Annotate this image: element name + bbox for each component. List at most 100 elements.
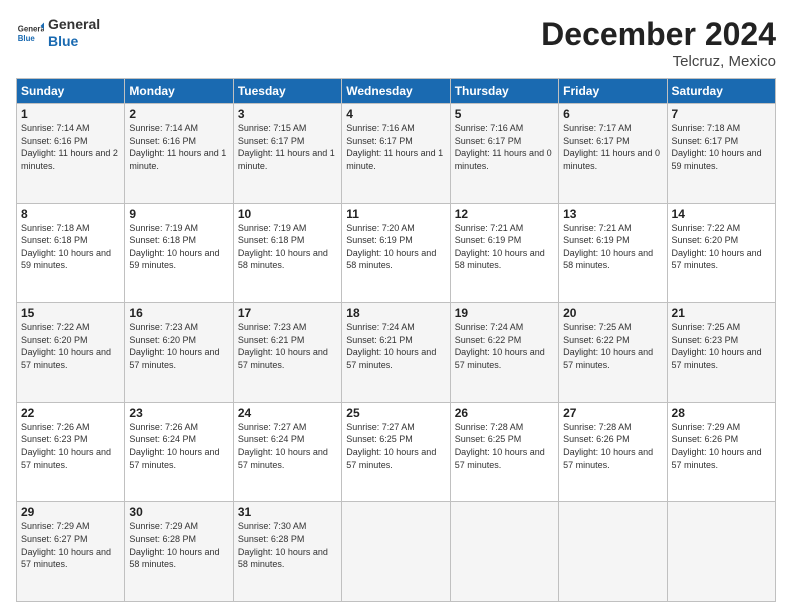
day-number: 10 bbox=[238, 207, 337, 221]
day-info: Sunrise: 7:16 AMSunset: 6:17 PMDaylight:… bbox=[346, 123, 443, 171]
day-cell-10: 10 Sunrise: 7:19 AMSunset: 6:18 PMDaylig… bbox=[233, 203, 341, 303]
day-cell-8: 8 Sunrise: 7:18 AMSunset: 6:18 PMDayligh… bbox=[17, 203, 125, 303]
day-info: Sunrise: 7:25 AMSunset: 6:23 PMDaylight:… bbox=[672, 322, 762, 370]
day-info: Sunrise: 7:28 AMSunset: 6:25 PMDaylight:… bbox=[455, 422, 545, 470]
day-cell-22: 22 Sunrise: 7:26 AMSunset: 6:23 PMDaylig… bbox=[17, 402, 125, 502]
day-number: 23 bbox=[129, 406, 228, 420]
logo-blue: Blue bbox=[48, 33, 100, 50]
day-info: Sunrise: 7:22 AMSunset: 6:20 PMDaylight:… bbox=[672, 223, 762, 271]
week-row-3: 15 Sunrise: 7:22 AMSunset: 6:20 PMDaylig… bbox=[17, 303, 776, 403]
day-cell-4: 4 Sunrise: 7:16 AMSunset: 6:17 PMDayligh… bbox=[342, 104, 450, 204]
day-cell-21: 21 Sunrise: 7:25 AMSunset: 6:23 PMDaylig… bbox=[667, 303, 775, 403]
logo-icon: General Blue bbox=[16, 19, 44, 47]
day-info: Sunrise: 7:30 AMSunset: 6:28 PMDaylight:… bbox=[238, 521, 328, 569]
day-number: 29 bbox=[21, 505, 120, 519]
day-cell-31: 31 Sunrise: 7:30 AMSunset: 6:28 PMDaylig… bbox=[233, 502, 341, 602]
day-info: Sunrise: 7:18 AMSunset: 6:17 PMDaylight:… bbox=[672, 123, 762, 171]
weekday-header-monday: Monday bbox=[125, 79, 233, 104]
day-info: Sunrise: 7:21 AMSunset: 6:19 PMDaylight:… bbox=[563, 223, 653, 271]
day-number: 26 bbox=[455, 406, 554, 420]
day-info: Sunrise: 7:14 AMSunset: 6:16 PMDaylight:… bbox=[129, 123, 226, 171]
day-cell-13: 13 Sunrise: 7:21 AMSunset: 6:19 PMDaylig… bbox=[559, 203, 667, 303]
empty-cell bbox=[450, 502, 558, 602]
day-cell-16: 16 Sunrise: 7:23 AMSunset: 6:20 PMDaylig… bbox=[125, 303, 233, 403]
day-info: Sunrise: 7:29 AMSunset: 6:27 PMDaylight:… bbox=[21, 521, 111, 569]
day-cell-18: 18 Sunrise: 7:24 AMSunset: 6:21 PMDaylig… bbox=[342, 303, 450, 403]
day-number: 28 bbox=[672, 406, 771, 420]
weekday-header-row: SundayMondayTuesdayWednesdayThursdayFrid… bbox=[17, 79, 776, 104]
day-number: 19 bbox=[455, 306, 554, 320]
calendar-table: SundayMondayTuesdayWednesdayThursdayFrid… bbox=[16, 78, 776, 602]
day-number: 7 bbox=[672, 107, 771, 121]
calendar-page: General Blue General Blue December 2024 … bbox=[0, 0, 792, 612]
day-number: 9 bbox=[129, 207, 228, 221]
day-info: Sunrise: 7:24 AMSunset: 6:21 PMDaylight:… bbox=[346, 322, 436, 370]
day-info: Sunrise: 7:29 AMSunset: 6:26 PMDaylight:… bbox=[672, 422, 762, 470]
day-number: 31 bbox=[238, 505, 337, 519]
day-cell-29: 29 Sunrise: 7:29 AMSunset: 6:27 PMDaylig… bbox=[17, 502, 125, 602]
day-number: 12 bbox=[455, 207, 554, 221]
day-info: Sunrise: 7:19 AMSunset: 6:18 PMDaylight:… bbox=[129, 223, 219, 271]
day-info: Sunrise: 7:20 AMSunset: 6:19 PMDaylight:… bbox=[346, 223, 436, 271]
title-block: December 2024 Telcruz, Mexico bbox=[541, 16, 776, 70]
weekday-header-thursday: Thursday bbox=[450, 79, 558, 104]
day-info: Sunrise: 7:23 AMSunset: 6:20 PMDaylight:… bbox=[129, 322, 219, 370]
day-number: 11 bbox=[346, 207, 445, 221]
svg-text:Blue: Blue bbox=[18, 34, 36, 43]
day-number: 1 bbox=[21, 107, 120, 121]
day-cell-15: 15 Sunrise: 7:22 AMSunset: 6:20 PMDaylig… bbox=[17, 303, 125, 403]
day-info: Sunrise: 7:15 AMSunset: 6:17 PMDaylight:… bbox=[238, 123, 335, 171]
day-info: Sunrise: 7:16 AMSunset: 6:17 PMDaylight:… bbox=[455, 123, 552, 171]
day-cell-17: 17 Sunrise: 7:23 AMSunset: 6:21 PMDaylig… bbox=[233, 303, 341, 403]
day-info: Sunrise: 7:26 AMSunset: 6:23 PMDaylight:… bbox=[21, 422, 111, 470]
logo-general: General bbox=[48, 16, 100, 33]
day-number: 30 bbox=[129, 505, 228, 519]
logo: General Blue General Blue bbox=[16, 16, 100, 50]
day-info: Sunrise: 7:21 AMSunset: 6:19 PMDaylight:… bbox=[455, 223, 545, 271]
day-cell-26: 26 Sunrise: 7:28 AMSunset: 6:25 PMDaylig… bbox=[450, 402, 558, 502]
week-row-2: 8 Sunrise: 7:18 AMSunset: 6:18 PMDayligh… bbox=[17, 203, 776, 303]
day-cell-23: 23 Sunrise: 7:26 AMSunset: 6:24 PMDaylig… bbox=[125, 402, 233, 502]
empty-cell bbox=[342, 502, 450, 602]
weekday-header-tuesday: Tuesday bbox=[233, 79, 341, 104]
day-number: 24 bbox=[238, 406, 337, 420]
day-info: Sunrise: 7:24 AMSunset: 6:22 PMDaylight:… bbox=[455, 322, 545, 370]
day-number: 8 bbox=[21, 207, 120, 221]
day-cell-30: 30 Sunrise: 7:29 AMSunset: 6:28 PMDaylig… bbox=[125, 502, 233, 602]
day-cell-6: 6 Sunrise: 7:17 AMSunset: 6:17 PMDayligh… bbox=[559, 104, 667, 204]
day-cell-12: 12 Sunrise: 7:21 AMSunset: 6:19 PMDaylig… bbox=[450, 203, 558, 303]
day-cell-19: 19 Sunrise: 7:24 AMSunset: 6:22 PMDaylig… bbox=[450, 303, 558, 403]
day-cell-7: 7 Sunrise: 7:18 AMSunset: 6:17 PMDayligh… bbox=[667, 104, 775, 204]
header: General Blue General Blue December 2024 … bbox=[16, 16, 776, 70]
day-number: 15 bbox=[21, 306, 120, 320]
weekday-header-friday: Friday bbox=[559, 79, 667, 104]
day-number: 14 bbox=[672, 207, 771, 221]
day-cell-2: 2 Sunrise: 7:14 AMSunset: 6:16 PMDayligh… bbox=[125, 104, 233, 204]
day-cell-14: 14 Sunrise: 7:22 AMSunset: 6:20 PMDaylig… bbox=[667, 203, 775, 303]
day-info: Sunrise: 7:28 AMSunset: 6:26 PMDaylight:… bbox=[563, 422, 653, 470]
day-number: 4 bbox=[346, 107, 445, 121]
day-cell-3: 3 Sunrise: 7:15 AMSunset: 6:17 PMDayligh… bbox=[233, 104, 341, 204]
location: Telcruz, Mexico bbox=[541, 53, 776, 70]
day-number: 25 bbox=[346, 406, 445, 420]
day-number: 20 bbox=[563, 306, 662, 320]
day-info: Sunrise: 7:23 AMSunset: 6:21 PMDaylight:… bbox=[238, 322, 328, 370]
day-cell-24: 24 Sunrise: 7:27 AMSunset: 6:24 PMDaylig… bbox=[233, 402, 341, 502]
day-info: Sunrise: 7:27 AMSunset: 6:24 PMDaylight:… bbox=[238, 422, 328, 470]
empty-cell bbox=[667, 502, 775, 602]
day-cell-28: 28 Sunrise: 7:29 AMSunset: 6:26 PMDaylig… bbox=[667, 402, 775, 502]
day-cell-27: 27 Sunrise: 7:28 AMSunset: 6:26 PMDaylig… bbox=[559, 402, 667, 502]
week-row-4: 22 Sunrise: 7:26 AMSunset: 6:23 PMDaylig… bbox=[17, 402, 776, 502]
day-cell-1: 1 Sunrise: 7:14 AMSunset: 6:16 PMDayligh… bbox=[17, 104, 125, 204]
day-number: 18 bbox=[346, 306, 445, 320]
empty-cell bbox=[559, 502, 667, 602]
weekday-header-saturday: Saturday bbox=[667, 79, 775, 104]
day-number: 27 bbox=[563, 406, 662, 420]
day-cell-9: 9 Sunrise: 7:19 AMSunset: 6:18 PMDayligh… bbox=[125, 203, 233, 303]
svg-text:General: General bbox=[18, 24, 44, 33]
day-info: Sunrise: 7:14 AMSunset: 6:16 PMDaylight:… bbox=[21, 123, 118, 171]
day-number: 2 bbox=[129, 107, 228, 121]
day-number: 21 bbox=[672, 306, 771, 320]
week-row-5: 29 Sunrise: 7:29 AMSunset: 6:27 PMDaylig… bbox=[17, 502, 776, 602]
day-cell-5: 5 Sunrise: 7:16 AMSunset: 6:17 PMDayligh… bbox=[450, 104, 558, 204]
